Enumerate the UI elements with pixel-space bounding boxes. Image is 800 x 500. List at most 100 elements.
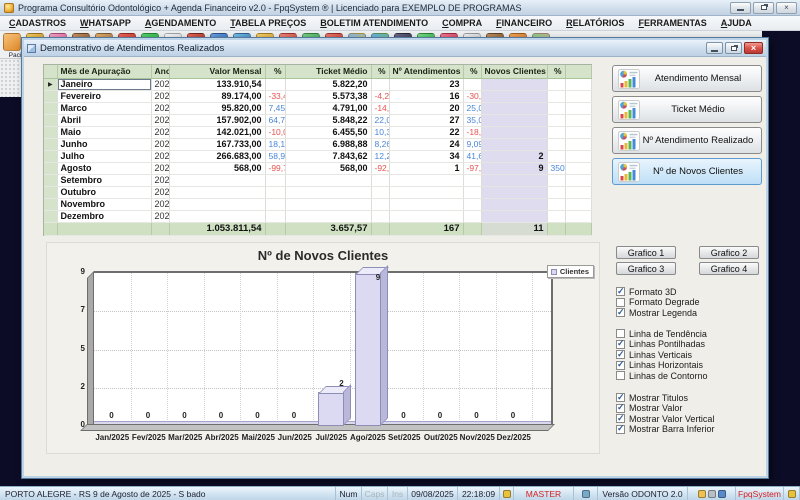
cell-pct[interactable]	[265, 78, 285, 90]
cell-valor[interactable]: 5.822,20	[285, 78, 371, 90]
cell-valor[interactable]: 1	[389, 162, 463, 174]
checkbox-linhas-pontilhadas[interactable]: Linhas Pontilhadas	[616, 340, 708, 349]
grafico-4-button[interactable]: Grafico 4	[699, 262, 759, 275]
cell-pct[interactable]: 58,99	[265, 150, 285, 162]
cell-valor[interactable]: 95.820,00	[169, 102, 265, 114]
cell-pct[interactable]	[371, 198, 389, 210]
cell-mes[interactable]: Setembro	[57, 174, 151, 186]
cell-novos-clientes[interactable]	[481, 174, 547, 186]
cell-pct[interactable]	[547, 90, 565, 102]
cell-pct[interactable]: -33,41	[265, 90, 285, 102]
cell-pct[interactable]: -18,52	[463, 126, 481, 138]
cell-pct[interactable]	[463, 186, 481, 198]
cell-pct[interactable]	[547, 114, 565, 126]
cell-pct[interactable]: -10,06	[265, 126, 285, 138]
chart-button-n-atendimento-realizado[interactable]: Nº Atendimento Realizado	[612, 127, 762, 154]
mdi-close-button[interactable]: ×	[744, 42, 763, 54]
cell-valor[interactable]: 7.843,62	[285, 150, 371, 162]
cell-novos-clientes[interactable]	[481, 102, 547, 114]
cell-valor[interactable]: 142.021,00	[169, 126, 265, 138]
cell-ano[interactable]: 2025	[151, 162, 169, 174]
cell-mes[interactable]: Outubro	[57, 186, 151, 198]
cell-pct[interactable]: 12,23	[371, 150, 389, 162]
cell-valor[interactable]	[169, 198, 265, 210]
cell-valor[interactable]: 16	[389, 90, 463, 102]
cell-novos-clientes[interactable]	[481, 198, 547, 210]
cell-mes[interactable]: Abril	[57, 114, 151, 126]
cell-mes[interactable]: Novembro	[57, 198, 151, 210]
cell-novos-clientes[interactable]	[481, 138, 547, 150]
cell-valor[interactable]: 22	[389, 126, 463, 138]
checkbox-linhas-de-contorno[interactable]: Linhas de Contorno	[616, 371, 708, 380]
menu-whatsapp[interactable]: WHATSAPP	[73, 17, 138, 29]
cell-valor[interactable]	[169, 186, 265, 198]
cell-pct[interactable]: -4,27	[371, 90, 389, 102]
chart-button-atendimento-mensal[interactable]: Atendimento Mensal	[612, 65, 762, 92]
cell-ano[interactable]: 2025	[151, 210, 169, 222]
cell-valor[interactable]	[285, 174, 371, 186]
cell-pct[interactable]: 10,38	[371, 126, 389, 138]
cell-pct[interactable]	[371, 186, 389, 198]
cell-pct[interactable]	[547, 78, 565, 90]
cell-valor[interactable]: 568,00	[169, 162, 265, 174]
checkbox-formato-3d[interactable]: Formato 3D	[616, 287, 700, 296]
cell-pct[interactable]: -30,43	[463, 90, 481, 102]
menu-relat-rios[interactable]: RELATÓRIOS	[559, 17, 631, 29]
cell-pct[interactable]	[463, 210, 481, 222]
cell-pct[interactable]: 64,79	[265, 114, 285, 126]
cell-valor[interactable]: 20	[389, 102, 463, 114]
mdi-titlebar[interactable]: Demonstrativo de Atendimentos Realizados…	[24, 40, 766, 57]
cell-pct[interactable]	[547, 174, 565, 186]
checkbox-linhas-verticais[interactable]: Linhas Verticais	[616, 350, 708, 359]
mdi-restore-button[interactable]	[725, 42, 742, 54]
cell-valor[interactable]: 266.683,00	[169, 150, 265, 162]
cell-pct[interactable]	[265, 210, 285, 222]
grafico-1-button[interactable]: Grafico 1	[616, 246, 676, 259]
cell-ano[interactable]: 2025	[151, 78, 169, 90]
cell-mes[interactable]: Junho	[57, 138, 151, 150]
cell-novos-clientes[interactable]	[481, 90, 547, 102]
menu-ajuda[interactable]: AJUDA	[714, 17, 759, 29]
checkbox-mostrar-valor[interactable]: Mostrar Valor	[616, 404, 715, 413]
cell-valor[interactable]: 5.573,38	[285, 90, 371, 102]
cell-pct[interactable]: 41,67	[463, 150, 481, 162]
cell-mes[interactable]: Maio	[57, 126, 151, 138]
cell-valor[interactable]	[389, 198, 463, 210]
cell-valor[interactable]	[389, 210, 463, 222]
cell-pct[interactable]	[463, 174, 481, 186]
cell-pct[interactable]	[463, 198, 481, 210]
mdi-minimize-button[interactable]	[706, 42, 723, 54]
cell-pct[interactable]: -97,06	[463, 162, 481, 174]
checkbox-mostrar-titulos[interactable]: Mostrar Titulos	[616, 393, 715, 402]
cell-pct[interactable]	[265, 198, 285, 210]
menu-compra[interactable]: COMPRA	[435, 17, 489, 29]
cell-pct[interactable]	[547, 138, 565, 150]
cell-ano[interactable]: 2025	[151, 174, 169, 186]
close-button[interactable]: ×	[776, 2, 797, 14]
cell-pct[interactable]: 22,07	[371, 114, 389, 126]
cell-novos-clientes[interactable]	[481, 126, 547, 138]
cell-ano[interactable]: 2025	[151, 126, 169, 138]
cell-pct[interactable]	[547, 210, 565, 222]
checkbox-mostrar-valor-vertical[interactable]: Mostrar Valor Vertical	[616, 414, 715, 423]
cell-pct[interactable]	[265, 174, 285, 186]
cell-valor[interactable]: 23	[389, 78, 463, 90]
cell-valor[interactable]: 157.902,00	[169, 114, 265, 126]
cell-pct[interactable]: 18,10	[265, 138, 285, 150]
cell-ano[interactable]: 2025	[151, 114, 169, 126]
cell-valor[interactable]: 4.791,00	[285, 102, 371, 114]
cell-pct[interactable]	[547, 198, 565, 210]
cell-pct[interactable]	[547, 150, 565, 162]
checkbox-mostrar-legenda[interactable]: Mostrar Legenda	[616, 308, 700, 317]
cell-mes[interactable]: Fevereiro	[57, 90, 151, 102]
cell-ano[interactable]: 2025	[151, 138, 169, 150]
cell-novos-clientes[interactable]	[481, 114, 547, 126]
checkbox-linhas-horizontais[interactable]: Linhas Horizontais	[616, 361, 708, 370]
cell-mes[interactable]: Marco	[57, 102, 151, 114]
cell-valor[interactable]	[285, 186, 371, 198]
menu-ferramentas[interactable]: FERRAMENTAS	[631, 17, 713, 29]
cell-pct[interactable]	[371, 210, 389, 222]
cell-valor[interactable]: 34	[389, 150, 463, 162]
cell-pct[interactable]: 9,09	[463, 138, 481, 150]
restore-button[interactable]	[753, 2, 774, 14]
